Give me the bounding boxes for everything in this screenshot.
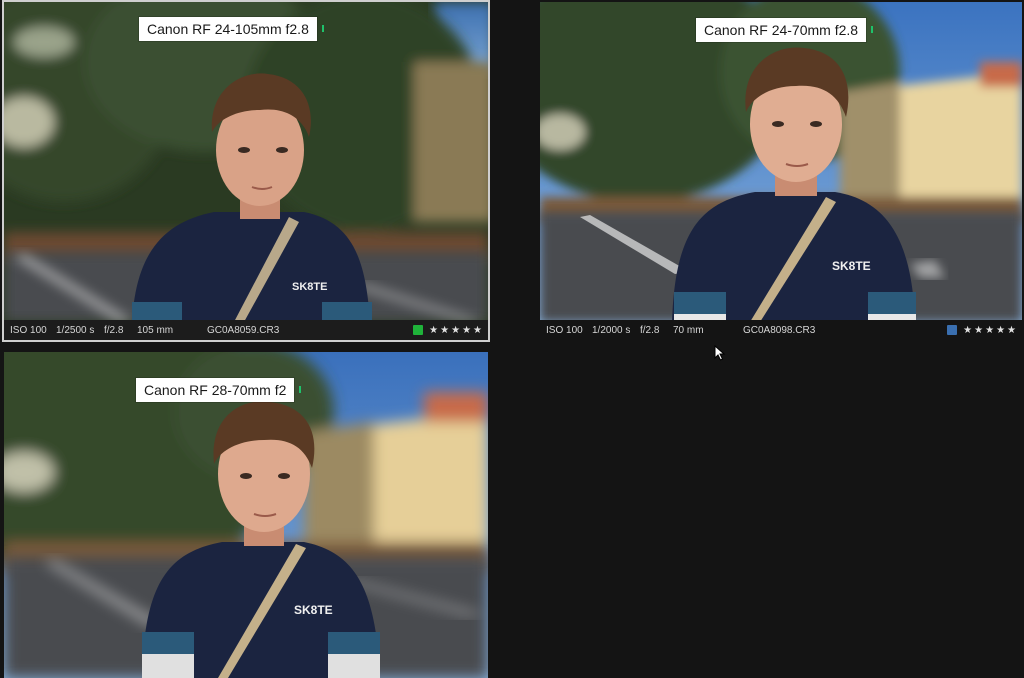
color-label-swatch[interactable] [413,325,424,335]
photo-panel-3[interactable]: SK8TE Canon RF 28-70mm f2 [2,350,490,678]
mouse-cursor-icon [714,345,726,361]
star-rating[interactable]: ★★★★★ [963,325,1018,336]
shirt-print: SK8TE [832,259,871,273]
metadata-bar: ISO 100 1/2000 s f/2.8 70 mm GC0A8098.CR… [540,320,1022,340]
shutter-speed: 1/2000 s [592,324,631,336]
empty-compare-slot [490,342,1024,678]
lens-label: Canon RF 24-70mm f2.8 [696,18,874,42]
portrait-image: SK8TE [540,2,1022,322]
lens-label: Canon RF 28-70mm f2 [136,378,302,402]
star-rating[interactable]: ★★★★★ [429,325,484,336]
photo-panel-2[interactable]: SK8TE Canon RF 24-70mm f2.8 ISO 100 1/20… [538,0,1024,342]
shirt-print: SK8TE [292,281,327,293]
photo-3[interactable]: SK8TE Canon RF 28-70mm f2 [4,352,488,678]
aperture-value: f/2.8 [640,324,660,336]
lens-label: Canon RF 24-105mm f2.8 [139,17,324,41]
portrait-image: SK8TE [4,2,488,322]
color-label-swatch[interactable] [947,325,958,335]
shirt-print: SK8TE [294,603,333,617]
shutter-speed: 1/2500 s [56,324,95,336]
focal-length: 105 mm [137,324,174,336]
aperture-value: f/2.8 [104,324,124,336]
iso-value: ISO 100 [10,324,47,336]
photo-1[interactable]: SK8TE Canon RF 24-105mm f2.8 [4,2,488,322]
focal-length: 70 mm [673,324,704,336]
iso-value: ISO 100 [546,324,583,336]
file-name: GC0A8059.CR3 [207,324,280,336]
metadata-bar: ISO 100 1/2500 s f/2.8 105 mm GC0A8059.C… [4,320,488,340]
photo-panel-1[interactable]: SK8TE Canon RF 24-105mm f2.8 ISO 100 1/2… [2,0,490,342]
file-name: GC0A8098.CR3 [743,324,816,336]
photo-2[interactable]: SK8TE Canon RF 24-70mm f2.8 [540,2,1022,322]
compare-view: SK8TE Canon RF 24-105mm f2.8 ISO 100 1/2… [0,0,1024,678]
